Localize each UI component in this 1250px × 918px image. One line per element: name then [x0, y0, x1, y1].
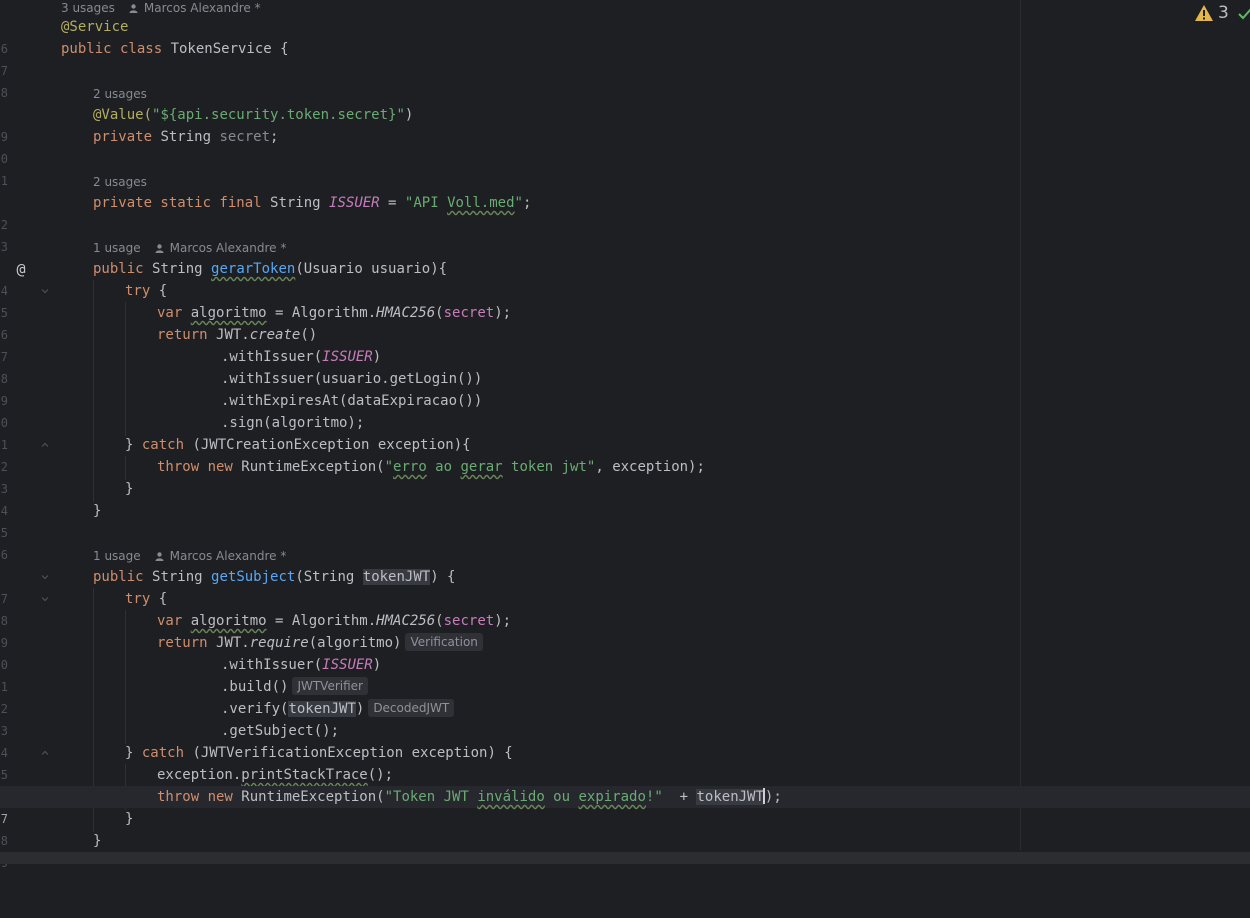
person-icon — [155, 244, 164, 253]
code-text: .withIssuer(ISSUER) — [221, 657, 382, 673]
line-number: 8 — [0, 86, 8, 100]
code-text: .build() JWTVerifier — [221, 676, 368, 698]
line-number: 6 — [0, 548, 8, 562]
code-text: private static final String ISSUER = "AP… — [93, 195, 532, 211]
usages-count[interactable]: 1 usage — [93, 241, 141, 255]
code-line[interactable]: 9 var algoritmo = Algorithm.HMAC256(secr… — [0, 610, 1250, 650]
code-line[interactable]: 0 .withExpiresAt(dataExpiracao()) — [0, 390, 1250, 430]
code-line[interactable]: 3 .verify(tokenJWT) DecodedJWT — [0, 698, 1250, 738]
code-text: @Value("${api.security.token.secret}") — [93, 107, 414, 123]
usages-count[interactable]: 2 usages — [93, 87, 147, 101]
fold-arrow-icon[interactable] — [41, 595, 49, 603]
fold-arrow-icon[interactable] — [41, 441, 49, 449]
code-line[interactable]: 0 private String secret; — [0, 126, 1250, 166]
code-line[interactable]: 3 — [0, 214, 1250, 254]
code-line[interactable]: 7 public class TokenService { — [0, 38, 1250, 78]
code-line[interactable]: 7 public String getSubject(String tokenJ… — [0, 566, 1250, 606]
code-line[interactable]: 0 return JWT.require(algoritmo) Verificat… — [0, 632, 1250, 672]
code-text: } catch (JWTCreationException exception)… — [125, 437, 471, 453]
line-number: 1 — [0, 174, 8, 188]
code-text: return JWT.create() — [157, 327, 318, 343]
code-text: return JWT.require(algoritmo) Verificatio… — [157, 632, 483, 654]
code-text: exception.printStackTrace(); — [157, 767, 394, 783]
type-hint-chip: JWTVerifier — [292, 677, 368, 695]
type-hint-chip: DecodedJWT — [368, 699, 455, 717]
fold-arrow-icon[interactable] — [41, 573, 49, 581]
code-line[interactable]: 5 } catch (JWTVerificationException exce… — [0, 742, 1250, 782]
code-line[interactable]: 2 private static final String ISSUER = "… — [0, 192, 1250, 232]
code-text: public String gerarToken(Usuario usuario… — [93, 261, 448, 277]
usages-hint[interactable]: 1 usage Marcos Alexandre * — [93, 548, 286, 564]
code-text: try { — [125, 283, 168, 299]
code-text: } — [125, 481, 134, 497]
code-line[interactable]: 6 exception.printStackTrace(); — [0, 764, 1250, 804]
code-line[interactable]: 8 .withIssuer(ISSUER) — [0, 346, 1250, 386]
code-text: .withExpiresAt(dataExpiracao()) — [221, 393, 483, 409]
code-text: @Service — [61, 19, 129, 35]
code-line[interactable]: 1 .sign(algoritmo); — [0, 412, 1250, 452]
code-line[interactable]: 2 } catch (JWTCreationException exceptio… — [0, 434, 1250, 474]
code-text: var algoritmo = Algorithm.HMAC256(secret… — [157, 305, 512, 321]
usages-hint[interactable]: 3 usages Marcos Alexandre * — [61, 0, 261, 16]
code-text: .sign(algoritmo); — [221, 415, 365, 431]
code-text: } — [93, 503, 102, 519]
code-text: throw new RuntimeException("Token JWT in… — [157, 788, 782, 805]
usages-hint[interactable]: 2 usages — [93, 174, 147, 190]
usages-count[interactable]: 1 usage — [93, 549, 141, 563]
code-line[interactable]: 9 } — [0, 830, 1250, 870]
code-line[interactable]: 7 return JWT.create() — [0, 324, 1250, 364]
code-text: .verify(tokenJWT) DecodedJWT — [221, 698, 455, 720]
code-line[interactable]: 8 } — [0, 808, 1250, 848]
code-line[interactable]: 5 } — [0, 500, 1250, 540]
code-text: .getSubject(); — [221, 723, 340, 739]
code-line[interactable]: 6 @Service — [0, 16, 1250, 56]
code-line[interactable]: 3 throw new RuntimeException("erro ao ge… — [0, 456, 1250, 496]
code-text: } — [125, 811, 134, 827]
fold-arrow-icon[interactable] — [41, 287, 49, 295]
warning-icon — [1195, 5, 1213, 21]
person-icon — [129, 4, 138, 13]
fold-arrow-icon[interactable] — [41, 749, 49, 757]
code-text: .withIssuer(usuario.getLogin()) — [221, 371, 483, 387]
code-line[interactable]: 4 .getSubject(); — [0, 720, 1250, 760]
author-name[interactable]: Marcos Alexandre * — [144, 1, 261, 15]
usages-hint[interactable]: 2 usages — [93, 86, 147, 102]
author-name[interactable]: Marcos Alexandre * — [170, 241, 287, 255]
usages-count[interactable]: 3 usages — [61, 1, 115, 15]
warning-count: 3 — [1218, 3, 1229, 23]
code-text: } — [93, 833, 102, 849]
code-text: .withIssuer(ISSUER) — [221, 349, 382, 365]
code-text: throw new RuntimeException("erro ao gera… — [157, 459, 705, 475]
code-line[interactable]: 9 .withIssuer(usuario.getLogin()) — [0, 368, 1250, 408]
warnings-indicator[interactable]: 3 — [1194, 2, 1229, 24]
implementation-at-icon[interactable]: @ — [13, 260, 29, 278]
current-code-line[interactable]: 7 throw new RuntimeException("Token JWT … — [0, 786, 1250, 826]
person-icon — [155, 552, 164, 561]
code-text: var algoritmo = Algorithm.HMAC256(secret… — [157, 613, 512, 629]
author-name[interactable]: Marcos Alexandre * — [170, 549, 287, 563]
usages-hint[interactable]: 1 usage Marcos Alexandre * — [93, 240, 286, 256]
code-line[interactable]: 9 @Value("${api.security.token.secret}") — [0, 104, 1250, 144]
code-line[interactable]: 1 — [0, 148, 1250, 188]
code-text: public String getSubject(String tokenJWT… — [93, 569, 456, 585]
line-number: 3 — [0, 240, 8, 254]
code-text: private String secret; — [93, 129, 279, 145]
code-line[interactable]: 6 — [0, 522, 1250, 562]
code-text: public class TokenService { — [61, 41, 289, 57]
code-line[interactable]: 5 try { — [0, 280, 1250, 320]
code-line[interactable]: 4 } — [0, 478, 1250, 518]
code-text: try { — [125, 591, 168, 607]
checkmark-icon[interactable] — [1238, 6, 1250, 20]
code-line[interactable]: 6 var algoritmo = Algorithm.HMAC256(secr… — [0, 302, 1250, 342]
code-line[interactable]: 4 public String gerarToken(Usuario usuar… — [0, 258, 1250, 298]
code-line[interactable]: 2 .build() JWTVerifier — [0, 676, 1250, 716]
code-line[interactable]: 8 — [0, 60, 1250, 100]
type-hint-chip: Verification — [405, 633, 483, 651]
code-text: } catch (JWTVerificationException except… — [125, 745, 513, 761]
code-line[interactable]: 8 try { — [0, 588, 1250, 628]
code-editor[interactable]: 3 usages Marcos Alexandre * 2 usages 2 us… — [0, 0, 1250, 870]
usages-count[interactable]: 2 usages — [93, 175, 147, 189]
code-line[interactable]: 1 .withIssuer(ISSUER) — [0, 654, 1250, 694]
horizontal-scrollbar[interactable] — [0, 852, 1250, 864]
